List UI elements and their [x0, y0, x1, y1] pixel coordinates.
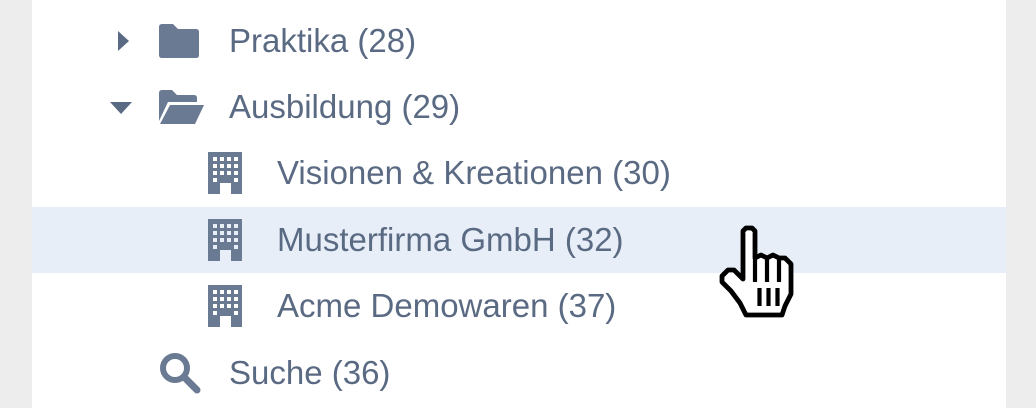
folder-icon	[159, 24, 199, 58]
building-icon	[208, 285, 242, 327]
tree-item-label: Acme Demowaren (37)	[277, 287, 617, 324]
building-icon	[208, 152, 242, 194]
tree-item-musterfirma-gmbh[interactable]: Musterfirma GmbH (32)	[32, 207, 1006, 273]
tree-item-label: Visionen & Kreationen (30)	[277, 154, 671, 191]
tree-item-label: Musterfirma GmbH (32)	[277, 221, 624, 258]
caret-down-icon[interactable]	[108, 94, 134, 120]
folder-open-icon	[159, 90, 204, 124]
tree-item-label: Suche (36)	[229, 354, 391, 391]
tree-item-praktika[interactable]: Praktika (28)	[32, 8, 1006, 74]
building-icon	[208, 219, 242, 261]
search-icon	[160, 353, 201, 394]
caret-right-icon[interactable]	[110, 28, 136, 54]
tree-item-label: Praktika (28)	[229, 22, 417, 59]
tree-item-label: Ausbildung (29)	[229, 88, 461, 125]
tree-item-suche[interactable]: Suche (36)	[32, 340, 1006, 406]
hand-pointer-icon	[719, 225, 794, 318]
tree-item-acme-demowaren[interactable]: Acme Demowaren (37)	[32, 273, 1006, 339]
tree-item-visionen-kreationen[interactable]: Visionen & Kreationen (30)	[32, 140, 1006, 206]
folder-tree-panel: Praktika (28) Ausbildung (29) Visionen &…	[32, 0, 1006, 408]
tree-item-ausbildung[interactable]: Ausbildung (29)	[32, 74, 1006, 140]
